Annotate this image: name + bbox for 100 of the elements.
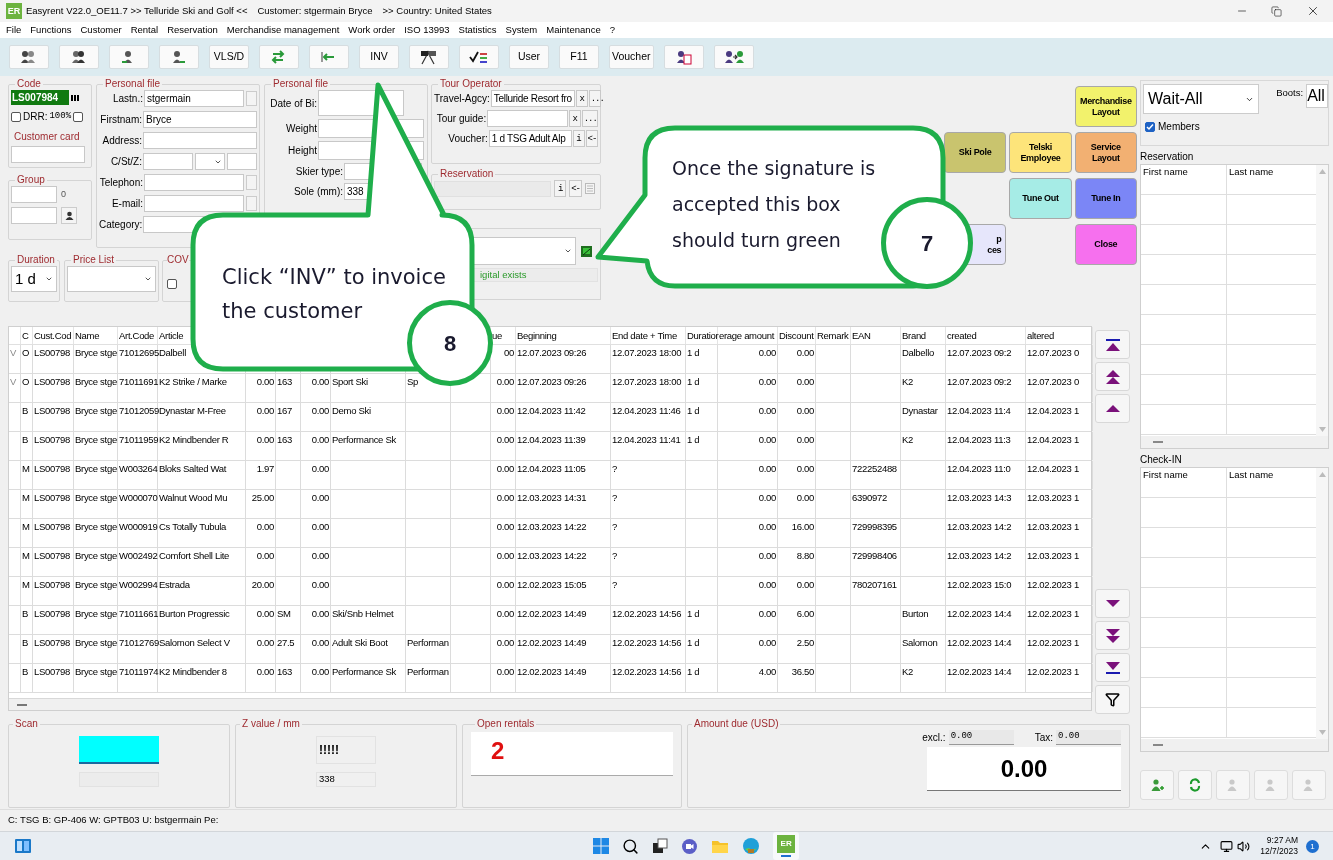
- scan-field[interactable]: [79, 736, 159, 764]
- group-title: Tour Operator: [439, 78, 503, 90]
- column-header: Last name: [1229, 166, 1274, 177]
- input-field[interactable]: [11, 186, 57, 203]
- toolbar-icon-button[interactable]: [59, 45, 99, 69]
- toolbar-icon-button[interactable]: [663, 45, 704, 69]
- table-cell: 27.5: [277, 637, 295, 648]
- quick-button[interactable]: Telski Employee: [1009, 132, 1072, 173]
- browser-icon[interactable]: [742, 837, 761, 855]
- menu-item[interactable]: Merchandise management: [226, 22, 340, 38]
- list-action-button[interactable]: [1140, 770, 1174, 800]
- input-field[interactable]: [144, 195, 244, 212]
- small-button[interactable]: x: [568, 110, 581, 127]
- toolbar-button[interactable]: User: [509, 45, 549, 69]
- status-select[interactable]: Wait-All: [1143, 84, 1260, 114]
- filter-button[interactable]: [1095, 685, 1130, 714]
- small-button[interactable]: <-: [569, 180, 582, 197]
- small-button[interactable]: ...: [581, 110, 598, 127]
- toolbar-button[interactable]: VLS/D: [209, 45, 249, 69]
- input-field[interactable]: 1 d TSG Adult Alp: [488, 130, 572, 147]
- menu-item[interactable]: ?: [609, 22, 615, 38]
- navigation-button[interactable]: [1095, 362, 1130, 391]
- menu-item[interactable]: Maintenance: [546, 22, 601, 38]
- input-field[interactable]: Bryce: [143, 111, 257, 128]
- menu-item[interactable]: Statistics: [458, 22, 497, 38]
- toolbar-icon-button[interactable]: [159, 45, 199, 69]
- field-button[interactable]: [246, 175, 257, 190]
- checkbox[interactable]: [73, 111, 84, 122]
- toolbar-icon-button[interactable]: [9, 45, 49, 69]
- menu-item[interactable]: Work order: [348, 22, 396, 38]
- start-icon[interactable]: [593, 838, 610, 854]
- table-cell: M: [22, 579, 30, 590]
- quick-button[interactable]: Close: [1074, 224, 1137, 265]
- menu-item[interactable]: Rental: [130, 22, 159, 38]
- input-field[interactable]: [11, 146, 85, 163]
- small-button[interactable]: i: [572, 130, 585, 147]
- input-field[interactable]: stgermain: [144, 90, 244, 107]
- input-field[interactable]: [487, 110, 568, 127]
- checkbox[interactable]: [167, 279, 177, 289]
- table-cell: LS00798: [34, 521, 70, 532]
- table-cell: 12.02.2023 1: [1027, 608, 1079, 619]
- chat-icon[interactable]: [681, 837, 699, 855]
- field-button[interactable]: [246, 91, 257, 106]
- input-field[interactable]: [227, 153, 257, 170]
- table-cell: LS00798: [34, 637, 70, 648]
- quick-button[interactable]: Ski Pole: [944, 132, 1007, 173]
- small-button[interactable]: i: [554, 180, 567, 197]
- navigation-button[interactable]: [1095, 589, 1130, 618]
- input-field[interactable]: [143, 132, 257, 149]
- duration-select[interactable]: 1 d: [11, 266, 57, 292]
- toolbar-icon-button[interactable]: [109, 45, 149, 69]
- menu-item[interactable]: File: [6, 22, 22, 38]
- menu-item[interactable]: System: [505, 22, 538, 38]
- quick-button[interactable]: Tune Out: [1009, 178, 1072, 219]
- field-button[interactable]: [246, 196, 257, 211]
- search-icon[interactable]: [622, 837, 640, 855]
- navigation-button[interactable]: [1095, 330, 1130, 359]
- notification-badge[interactable]: 1: [1306, 839, 1319, 853]
- toolbar-button[interactable]: Voucher: [609, 45, 654, 69]
- quick-button[interactable]: Service Layout: [1074, 132, 1137, 173]
- menu-item[interactable]: Reservation: [167, 22, 218, 38]
- list-action-button[interactable]: [1178, 770, 1212, 800]
- menu-item[interactable]: ISO 13993: [404, 22, 450, 38]
- checkbox[interactable]: [1145, 121, 1155, 132]
- table-cell: ?: [612, 521, 617, 532]
- status-text: C: TSG B: GP-406 W: GPTB03 U: bstgermain Pe:: [8, 813, 219, 828]
- small-button[interactable]: ...: [588, 90, 601, 107]
- down-icon: [1105, 600, 1120, 607]
- table-cell: Performance Sk: [332, 666, 396, 677]
- boots-field[interactable]: All: [1306, 84, 1328, 108]
- quick-button[interactable]: Tune In: [1074, 178, 1137, 219]
- input-field[interactable]: [11, 207, 57, 224]
- small-button[interactable]: x: [575, 90, 588, 107]
- menu-item[interactable]: Functions: [30, 22, 72, 38]
- checkbox[interactable]: [11, 111, 21, 122]
- code-field[interactable]: LS007984: [11, 90, 69, 105]
- toolbar-button[interactable]: INV: [359, 45, 399, 69]
- input-field[interactable]: [144, 174, 244, 191]
- table-cell: LS00798: [34, 666, 70, 677]
- toolbar-icon-button[interactable]: [713, 45, 754, 69]
- clock-time[interactable]: 9:27 AM: [1266, 835, 1298, 846]
- task-view-icon[interactable]: [652, 838, 669, 854]
- column-header: Discount: [779, 330, 814, 341]
- input-field[interactable]: [143, 153, 193, 170]
- navigation-button[interactable]: [1095, 394, 1130, 423]
- toolbar-icon-button[interactable]: [409, 45, 449, 69]
- volume-icon[interactable]: [1237, 839, 1251, 853]
- navigation-button[interactable]: [1095, 653, 1130, 682]
- small-button[interactable]: <-: [585, 130, 598, 147]
- table-cell: 0.00: [311, 666, 329, 677]
- toolbar-button[interactable]: F11: [559, 45, 599, 69]
- menu-item[interactable]: Customer: [80, 22, 122, 38]
- network-icon[interactable]: [1220, 839, 1234, 853]
- clock-date[interactable]: 12/7/2023: [1260, 846, 1298, 857]
- table-cell: 20.00: [251, 579, 274, 590]
- navigation-button[interactable]: [1095, 621, 1130, 650]
- input-field[interactable]: Telluride Resort fro: [490, 90, 575, 107]
- person-button[interactable]: [61, 207, 77, 224]
- quick-button[interactable]: Merchandise Layout: [1074, 86, 1137, 127]
- toolbar-icon-button[interactable]: [459, 45, 499, 69]
